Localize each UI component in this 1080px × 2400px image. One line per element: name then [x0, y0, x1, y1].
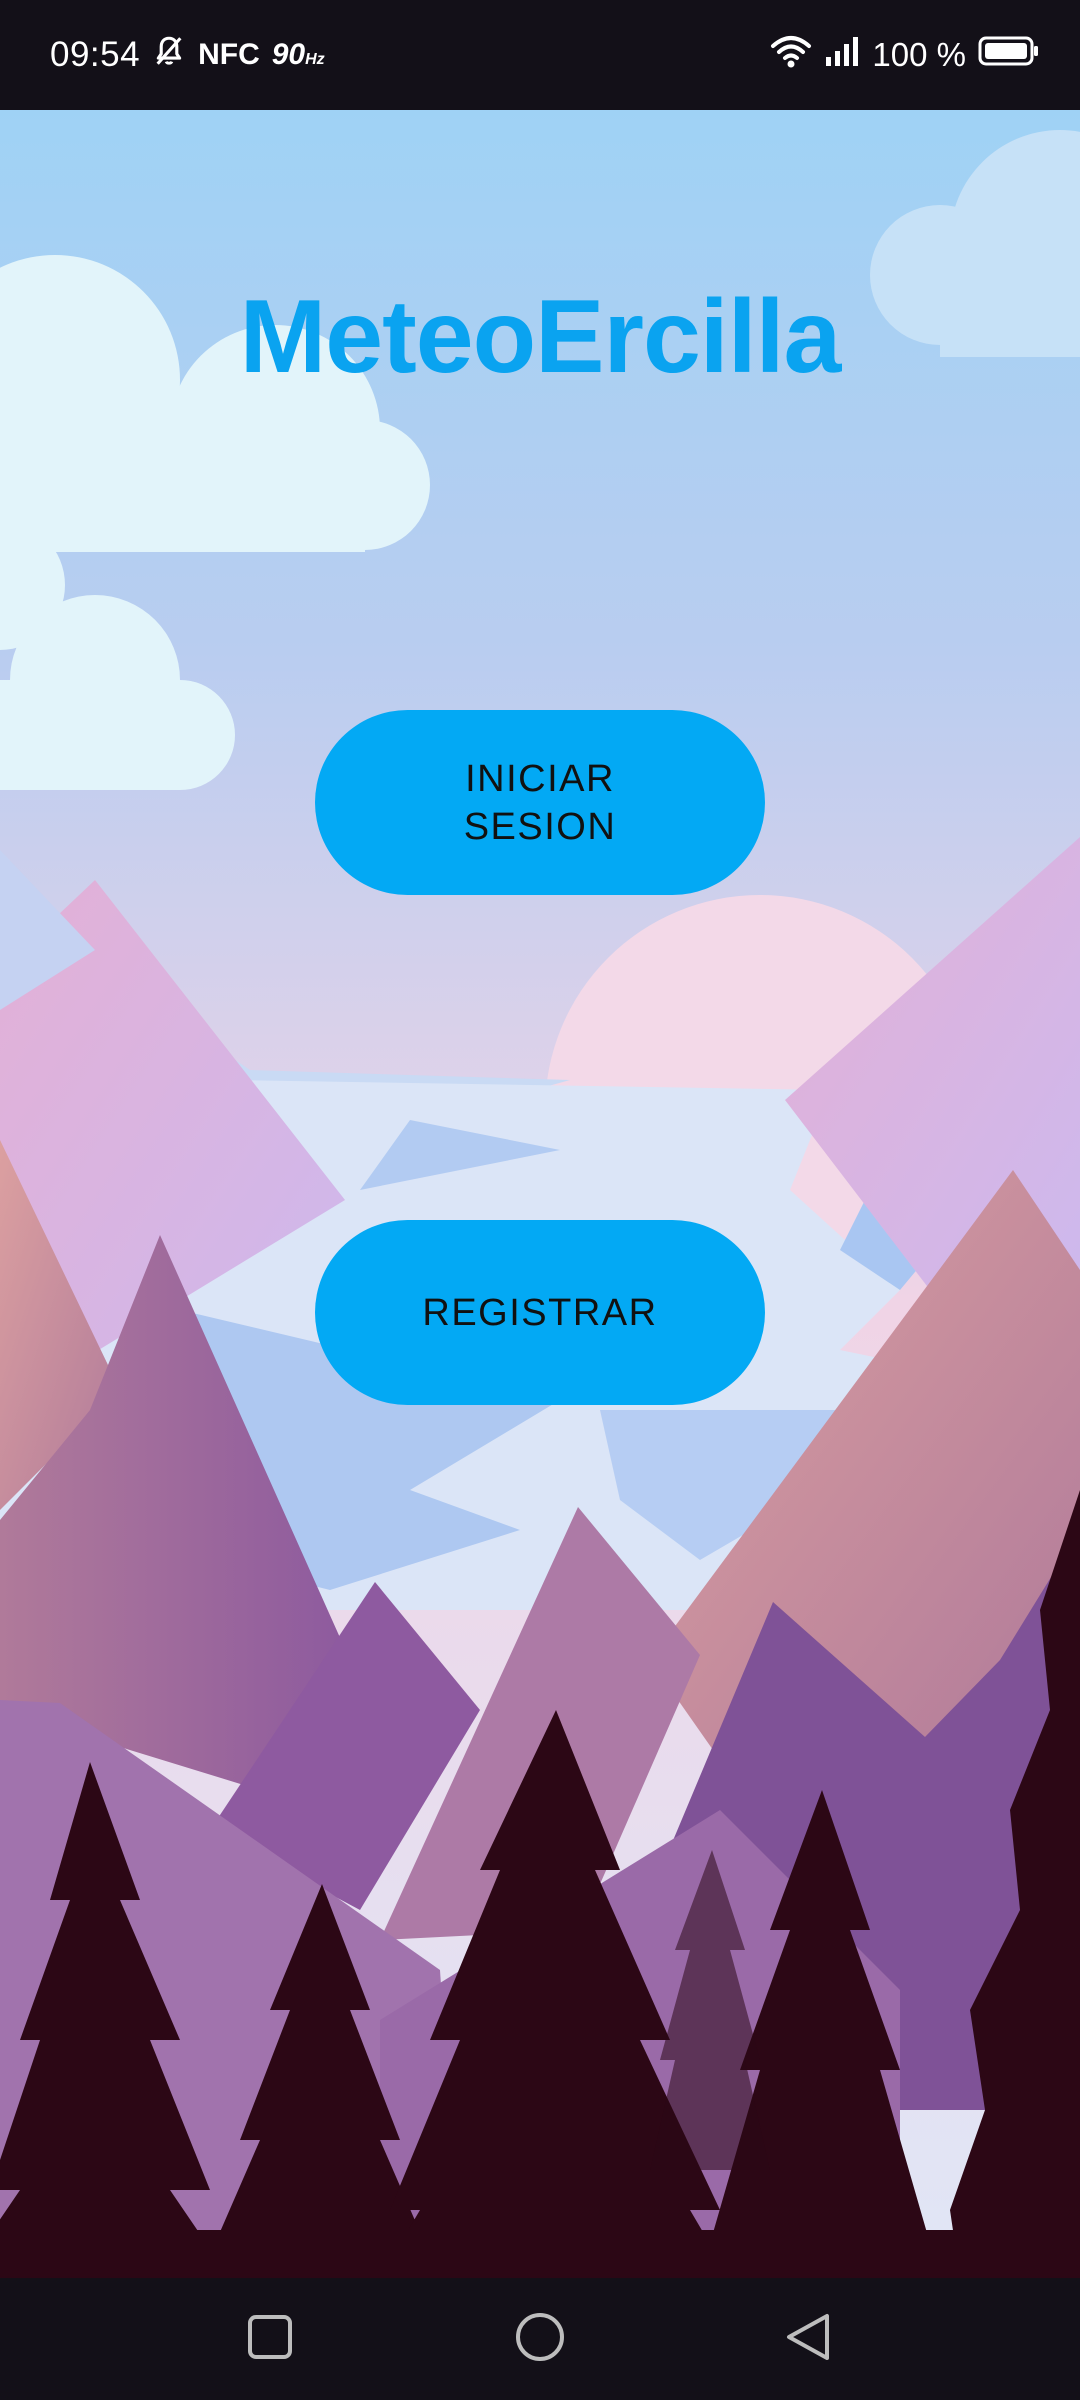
register-button-label: REGISTRAR: [422, 1291, 658, 1334]
back-triangle-icon: [783, 2312, 833, 2367]
home-button[interactable]: [500, 2304, 580, 2374]
mountain-landscape-background: [0, 110, 1080, 2278]
status-left: 09:54 NFC 90Hz: [50, 34, 325, 77]
back-button[interactable]: [768, 2304, 848, 2374]
refresh-rate-unit: Hz: [305, 51, 325, 68]
bell-off-icon: [152, 34, 186, 77]
refresh-rate-value: 90: [271, 38, 306, 71]
status-time: 09:54: [50, 35, 141, 74]
main-content: MeteoErcilla INICIAR SESION REGISTRAR: [0, 110, 1080, 2278]
refresh-rate: 90Hz: [272, 38, 325, 72]
battery-percent: 100 %: [872, 36, 966, 73]
wifi-icon: [770, 34, 812, 77]
signal-icon: [824, 35, 860, 76]
status-right: 100 %: [770, 34, 1040, 77]
home-circle-icon: [514, 2311, 566, 2368]
screen: 09:54 NFC 90Hz 100 % MeteoErcilla INICIA…: [0, 0, 1080, 2400]
nfc-label: NFC: [198, 38, 260, 71]
battery-icon: [978, 35, 1040, 76]
app-title: MeteoErcilla: [239, 279, 842, 395]
register-button[interactable]: REGISTRAR: [315, 1220, 765, 1405]
status-bar: 09:54 NFC 90Hz 100 %: [0, 0, 1080, 110]
recents-button[interactable]: [230, 2304, 310, 2374]
login-button[interactable]: INICIAR SESION: [315, 710, 765, 895]
login-button-label: INICIAR SESION: [463, 757, 617, 848]
navigation-bar: [0, 2278, 1080, 2400]
recents-square-icon: [247, 2314, 293, 2365]
